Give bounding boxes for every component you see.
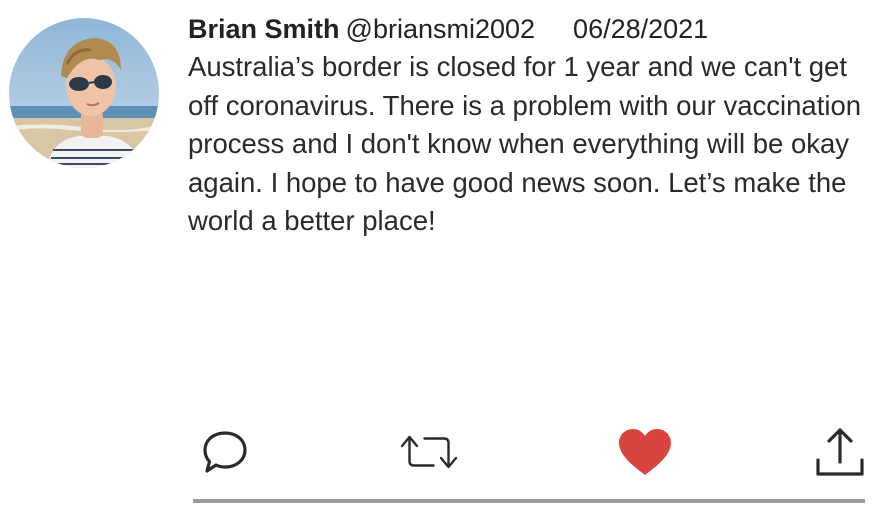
retweet-button[interactable] <box>399 422 459 482</box>
divider <box>193 499 865 503</box>
like-button[interactable] <box>615 422 675 482</box>
avatar[interactable] <box>9 18 159 168</box>
retweet-arrows-icon <box>400 435 458 469</box>
tweet-actions <box>0 422 876 482</box>
author-handle[interactable]: @briansmi2002 <box>346 14 536 44</box>
tweet-header: Brian Smith @briansmi2002 06/28/2021 <box>188 10 868 48</box>
tweet-content: Brian Smith @briansmi2002 06/28/2021 Austr… <box>188 10 868 241</box>
share-upload-icon <box>816 428 864 476</box>
tweet-card: Brian Smith @briansmi2002 06/28/2021 Austr… <box>0 0 876 505</box>
reply-button[interactable] <box>195 422 255 482</box>
share-button[interactable] <box>810 422 870 482</box>
tweet-date: 06/28/2021 <box>573 14 709 44</box>
heart-icon <box>619 429 671 475</box>
author-name[interactable]: Brian Smith <box>188 14 340 44</box>
avatar-photo <box>9 18 159 168</box>
tweet-text: Australia’s border is closed for 1 year … <box>188 51 862 236</box>
speech-bubble-icon <box>203 431 247 473</box>
